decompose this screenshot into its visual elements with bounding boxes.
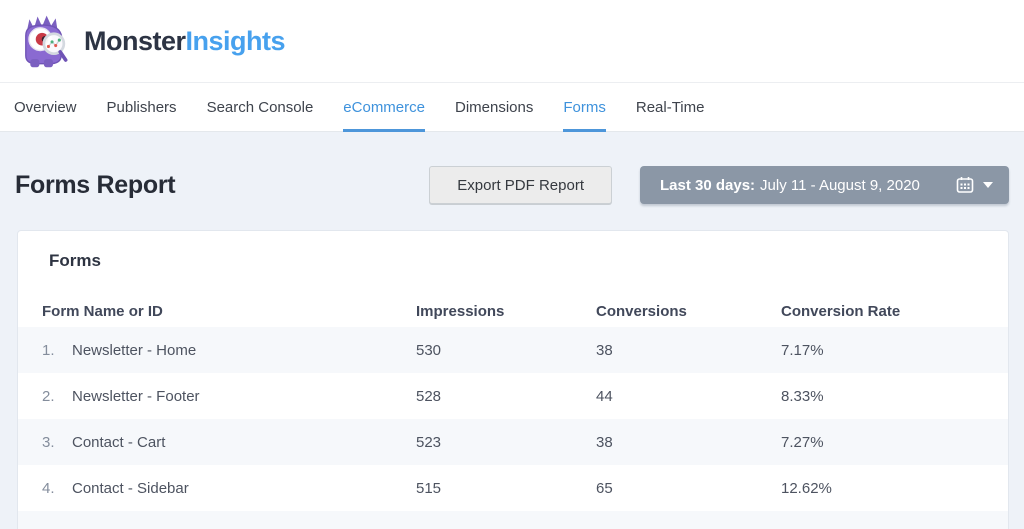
app-header: MonsterInsights [0,0,1024,83]
toolbar-actions: Export PDF Report Last 30 days: July 11 … [429,166,1009,204]
nav-tab-ecommerce[interactable]: eCommerce [343,83,425,132]
table-row: 1. Newsletter - Home 530 38 7.17% [18,327,1008,373]
row-number: 1. [42,341,55,359]
row-number: 3. [42,433,55,451]
caret-down-icon [983,182,993,188]
impressions-cell: 530 [416,341,442,359]
nav-tab-real-time[interactable]: Real-Time [636,83,705,131]
content-area: Forms Report Export PDF Report Last 30 d… [0,132,1024,529]
monster-logo-icon [25,15,68,68]
conversion-rate-cell: 8.33% [781,387,824,405]
table-row: 2. Newsletter - Footer 528 44 8.33% [18,373,1008,419]
impressions-cell: 515 [416,479,442,497]
page-title: Forms Report [15,170,176,199]
conversion-rate-cell: 7.17% [781,341,824,359]
form-name-cell: 3. Contact - Cart [42,434,416,451]
table-header-row: Form Name or ID Impressions Conversions … [18,295,1008,327]
column-header-impressions: Impressions [416,302,505,320]
nav-tab-search-console[interactable]: Search Console [207,83,314,131]
column-header-form-name: Form Name or ID [42,302,163,320]
column-header-conversions: Conversions [596,302,687,320]
table-row: 3. Contact - Cart 523 38 7.27% [18,419,1008,465]
impressions-cell: 523 [416,433,442,451]
form-name-cell: 2. Newsletter - Footer [42,388,416,405]
form-name: Contact - Sidebar [72,479,189,497]
conversions-cell: 38 [596,433,613,451]
conversions-cell: 38 [596,341,613,359]
primary-nav: Overview Publishers Search Console eComm… [0,83,1024,132]
brand-wordmark: MonsterInsights [84,25,286,57]
form-name: Newsletter - Footer [72,387,200,405]
row-number: 2. [42,387,55,405]
impressions-cell: 528 [416,387,442,405]
nav-tab-overview[interactable]: Overview [14,83,77,131]
nav-tab-publishers[interactable]: Publishers [107,83,177,131]
table-row: 4. Contact - Sidebar 515 65 12.62% [18,465,1008,511]
column-header-conversion-rate: Conversion Rate [781,302,901,320]
nav-tab-dimensions[interactable]: Dimensions [455,83,533,131]
card-title: Forms [49,251,101,270]
conversions-cell: 65 [596,479,613,497]
date-range-value: July 11 - August 9, 2020 [760,176,920,194]
nav-tab-forms[interactable]: Forms [563,83,606,132]
conversions-cell: 44 [596,387,613,405]
brand-name-primary: Monster [84,25,186,56]
form-name-cell: 4. Contact - Sidebar [42,480,416,497]
export-pdf-button[interactable]: Export PDF Report [429,166,612,204]
forms-report-card: Forms Form Name or ID Impressions Conver… [17,230,1009,529]
report-toolbar: Forms Report Export PDF Report Last 30 d… [15,166,1009,204]
form-name: Contact - Cart [72,433,166,451]
conversion-rate-cell: 7.27% [781,433,824,451]
calendar-icon [956,177,974,193]
date-range-label: Last 30 days: [660,176,756,194]
table-row-cutoff [18,511,1008,529]
date-range-picker[interactable]: Last 30 days: July 11 - August 9, 2020 [640,166,1009,204]
form-name-cell: 1. Newsletter - Home [42,342,416,359]
form-name: Newsletter - Home [72,341,197,359]
conversion-rate-cell: 12.62% [781,479,832,497]
date-picker-icons [956,176,993,194]
brand-name-secondary: Insights [185,25,286,56]
row-number: 4. [42,479,55,497]
